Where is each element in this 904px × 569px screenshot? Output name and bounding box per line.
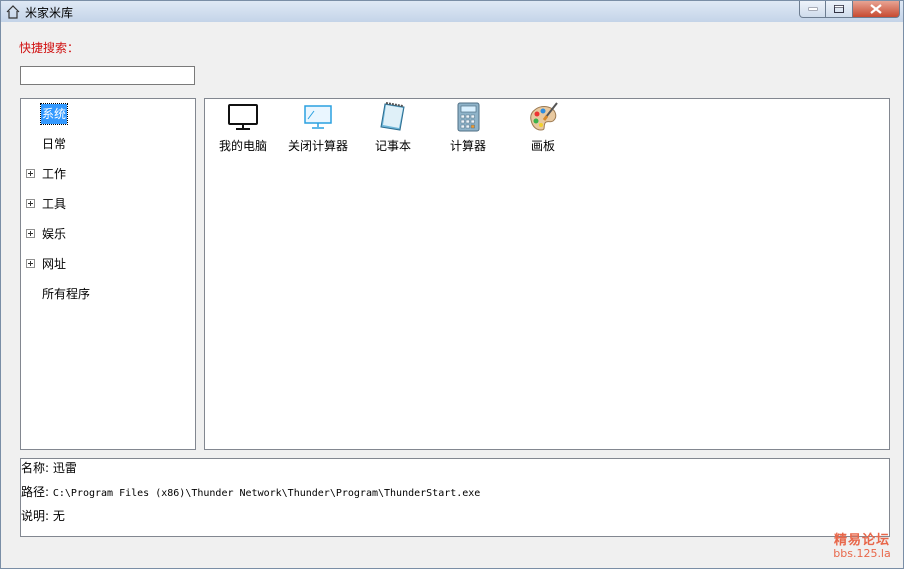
tree-item-all-programs[interactable]: 所有程序: [21, 284, 195, 304]
search-label: 快捷搜索：: [19, 41, 80, 55]
paint-palette-icon: [530, 102, 558, 131]
maximize-button[interactable]: [826, 1, 853, 18]
expand-icon[interactable]: [26, 169, 35, 178]
watermark-title: 精易论坛: [833, 533, 890, 548]
program-notepad[interactable]: 记事本: [355, 101, 431, 157]
home-icon: [6, 5, 20, 19]
details-panel: 名称: 迅雷 路径: C:\Program Files (x86)\Thunde…: [20, 458, 890, 537]
tree-item-websites[interactable]: 网址: [21, 254, 195, 274]
tree-item-work[interactable]: 工作: [21, 164, 195, 184]
details-name-row: 名称: 迅雷: [21, 459, 77, 476]
close-button[interactable]: [853, 1, 900, 18]
program-list[interactable]: 我的电脑 关闭计算器 记事本 计算器 画板: [204, 98, 890, 450]
details-path-row: 路径: C:\Program Files (x86)\Thunder Netwo…: [21, 483, 480, 500]
program-label: 我的电脑: [218, 139, 267, 153]
tree-item-label: 日常: [42, 137, 67, 151]
program-close-calculator[interactable]: 关闭计算器: [280, 101, 356, 157]
tree-item-daily[interactable]: 日常: [21, 134, 195, 154]
expand-icon[interactable]: [26, 199, 35, 208]
screen-off-icon: [304, 105, 332, 129]
maximize-icon: [834, 5, 844, 13]
search-input[interactable]: [20, 66, 195, 85]
program-label: 画板: [530, 139, 555, 153]
tree-item-entertainment[interactable]: 娱乐: [21, 224, 195, 244]
watermark: 精易论坛 bbs.125.la: [827, 529, 897, 560]
expand-icon[interactable]: [26, 229, 35, 238]
tree-item-label: 工作: [42, 167, 67, 181]
title-bar[interactable]: 米家米库: [1, 1, 903, 22]
tree-item-system[interactable]: 系统: [21, 103, 195, 125]
calculator-icon: [457, 102, 480, 132]
window-title: 米家米库: [25, 6, 74, 20]
program-label: 记事本: [374, 139, 411, 153]
details-path-label: 路径:: [21, 485, 50, 499]
watermark-url: bbs.125.la: [833, 547, 891, 560]
program-label: 关闭计算器: [287, 139, 348, 153]
monitor-icon: [228, 104, 258, 130]
details-desc-row: 说明: 无: [21, 507, 65, 524]
program-my-computer[interactable]: 我的电脑: [205, 101, 281, 157]
expand-icon[interactable]: [26, 259, 35, 268]
tree-item-label: 网址: [42, 257, 67, 271]
program-calculator[interactable]: 计算器: [430, 101, 506, 157]
details-path-value: C:\Program Files (x86)\Thunder Network\T…: [52, 488, 481, 499]
tree-item-label: 所有程序: [42, 287, 91, 301]
category-tree[interactable]: 系统 日常 工作 工具 娱乐 网址 所有程序: [20, 98, 196, 450]
details-desc-label: 说明:: [21, 509, 50, 523]
tree-item-label: 娱乐: [42, 227, 67, 241]
tree-item-label: 系统: [39, 103, 69, 125]
details-name-label: 名称:: [21, 461, 50, 475]
details-name-value: 迅雷: [52, 461, 77, 475]
tree-item-tools[interactable]: 工具: [21, 194, 195, 214]
app-window: 米家米库 快捷搜索： 系统 日常 工作 工具 娱乐 网址 所有程序 我的电脑 关…: [0, 0, 904, 569]
program-label: 计算器: [449, 139, 486, 153]
close-icon: [870, 4, 882, 14]
tree-item-label: 工具: [42, 197, 67, 211]
details-desc-value: 无: [52, 509, 65, 523]
program-paint[interactable]: 画板: [505, 101, 581, 157]
minimize-button[interactable]: [799, 1, 826, 18]
notepad-icon: [380, 102, 405, 131]
minimize-icon: [808, 7, 817, 11]
